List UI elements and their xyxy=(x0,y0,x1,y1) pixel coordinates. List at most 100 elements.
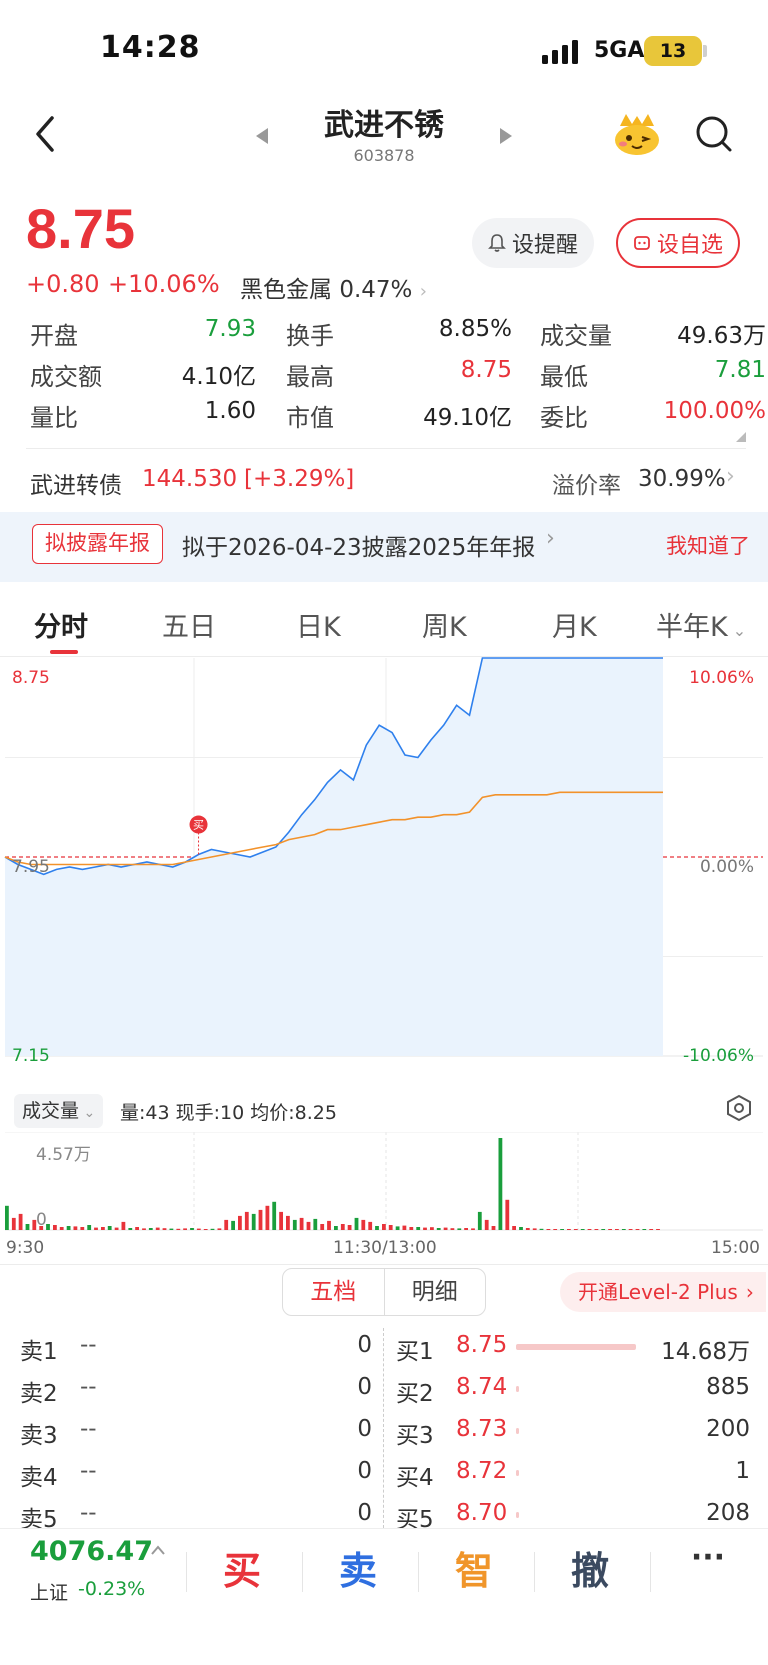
volume-bar xyxy=(18,1213,23,1230)
cancel-order-button[interactable]: 撤 xyxy=(550,1540,630,1595)
next-stock-icon[interactable] xyxy=(498,126,514,146)
ask-volume: 0 xyxy=(357,1458,372,1484)
volume-indicator-dropdown[interactable]: 成交量 ⌄ xyxy=(14,1094,104,1128)
index-value[interactable]: 4076.47 xyxy=(30,1536,153,1567)
volume-bar xyxy=(238,1215,242,1230)
premium-value: 30.99% xyxy=(638,466,726,492)
chevron-up-icon[interactable] xyxy=(150,1544,166,1556)
tab-monthly-k[interactable]: 月K xyxy=(552,605,597,644)
bid-volume-bar xyxy=(516,1344,636,1350)
chevron-down-icon: ⌄ xyxy=(79,1105,96,1121)
separator xyxy=(534,1552,535,1592)
volume-bar xyxy=(450,1228,455,1230)
volume-bar xyxy=(313,1218,318,1230)
volume-bar xyxy=(217,1228,222,1230)
volume-bar xyxy=(525,1228,530,1230)
bid-price: 8.74 xyxy=(456,1374,508,1400)
y-tick-low-pct: -10.06% xyxy=(683,1046,754,1066)
volume-bar xyxy=(155,1227,160,1230)
volume-bar xyxy=(121,1221,126,1230)
volume-bar xyxy=(594,1229,599,1230)
stat-label: 开盘 xyxy=(30,322,78,350)
sector-name: 黑色金属 xyxy=(240,277,332,303)
volume-bar xyxy=(368,1221,373,1230)
last-price: 8.75 xyxy=(26,197,135,260)
volume-bar xyxy=(53,1225,57,1230)
dismiss-notice-button[interactable]: 我知道了 xyxy=(666,530,750,560)
set-alert-label: 设提醒 xyxy=(511,233,578,258)
volume-bar xyxy=(340,1224,345,1230)
search-icon[interactable] xyxy=(694,114,734,154)
bid-volume-bar xyxy=(516,1428,519,1434)
ask-volume: 0 xyxy=(357,1416,372,1442)
volume-bar xyxy=(299,1217,304,1230)
volume-bar xyxy=(162,1228,167,1230)
level2-upgrade-button[interactable]: 开通Level-2 Plus › xyxy=(560,1272,766,1312)
volume-bar xyxy=(320,1224,325,1230)
ask-level-label: 卖1 xyxy=(20,1339,58,1365)
buy-marker-label: 买 xyxy=(193,819,204,832)
volume-bar xyxy=(382,1224,386,1230)
volume-bar xyxy=(601,1229,606,1230)
signal-icon xyxy=(542,40,578,64)
volume-bar xyxy=(224,1219,229,1230)
ask-level-label: 卖4 xyxy=(20,1465,58,1491)
volume-bar xyxy=(327,1220,331,1230)
tab-daily-k[interactable]: 日K xyxy=(296,605,341,644)
settings-hexagon-icon[interactable] xyxy=(726,1094,752,1122)
stat-value: 8.75 xyxy=(460,357,512,383)
stat-label: 成交额 xyxy=(30,363,102,391)
volume-bar xyxy=(101,1227,105,1230)
add-watchlist-label: 设自选 xyxy=(656,233,723,258)
tab-half-year-k[interactable]: 半年K ⌄ xyxy=(656,605,746,644)
ask-price: -- xyxy=(80,1500,97,1526)
volume-bar xyxy=(615,1229,619,1230)
y-tick-zero-pct: 0.00% xyxy=(699,857,754,877)
volume-chart[interactable] xyxy=(0,1132,768,1232)
stat-value: 100.00% xyxy=(663,398,766,424)
volume-zero-label: 0 xyxy=(36,1210,47,1230)
tab-intraday[interactable]: 分时 xyxy=(34,605,88,644)
ask-level-label: 卖3 xyxy=(20,1423,58,1449)
volume-max-label: 4.57万 xyxy=(36,1145,91,1165)
volume-bar xyxy=(80,1227,85,1230)
tab-five-levels[interactable]: 五档 xyxy=(283,1269,385,1315)
stat-value: 7.93 xyxy=(204,316,256,342)
expand-corner-icon[interactable] xyxy=(736,432,746,442)
ask-volume: 0 xyxy=(357,1374,372,1400)
stat-value: 7.81 xyxy=(714,357,766,383)
sell-button[interactable]: 卖 xyxy=(318,1540,398,1595)
bid-volume-bar xyxy=(516,1512,519,1518)
orderbook-tabs: 五档 明细 xyxy=(282,1268,486,1316)
volume-bar xyxy=(59,1227,64,1230)
smart-trade-button[interactable]: 智 xyxy=(434,1540,514,1595)
battery-tip xyxy=(703,45,707,57)
intraday-chart[interactable]: 买 xyxy=(0,657,768,1082)
ask-price: -- xyxy=(80,1332,97,1358)
volume-bar xyxy=(477,1211,482,1230)
more-button[interactable]: ··· xyxy=(668,1540,748,1575)
tab-tick-detail[interactable]: 明细 xyxy=(385,1269,486,1315)
set-alert-button[interactable]: 设提醒 xyxy=(472,218,594,268)
volume-bar xyxy=(567,1229,571,1230)
notice-tag: 拟披露年报 xyxy=(32,524,163,564)
y-tick-prev-close: 7.95 xyxy=(12,857,50,877)
volume-dropdown-label: 成交量 xyxy=(22,1100,80,1122)
tab-weekly-k[interactable]: 周K xyxy=(422,605,467,644)
stat-label: 成交量 xyxy=(540,322,612,350)
tab-five-day[interactable]: 五日 xyxy=(162,605,216,644)
sector-link[interactable]: 黑色金属 0.47% › xyxy=(240,270,427,304)
volume-bar xyxy=(354,1217,359,1230)
volume-bar xyxy=(210,1228,215,1230)
volume-bar xyxy=(416,1227,421,1230)
ask-price: -- xyxy=(80,1416,97,1442)
convertible-bond-name[interactable]: 武进转债 xyxy=(30,466,122,500)
volume-bar xyxy=(423,1227,427,1230)
add-watchlist-button[interactable]: 设自选 xyxy=(616,218,740,268)
buy-button[interactable]: 买 xyxy=(202,1540,282,1595)
chevron-right-icon[interactable]: › xyxy=(726,464,735,489)
status-time: 14:28 xyxy=(100,30,201,65)
x-tick-close: 15:00 xyxy=(711,1238,760,1258)
mascot-icon[interactable] xyxy=(612,112,662,156)
volume-bar xyxy=(635,1229,640,1230)
